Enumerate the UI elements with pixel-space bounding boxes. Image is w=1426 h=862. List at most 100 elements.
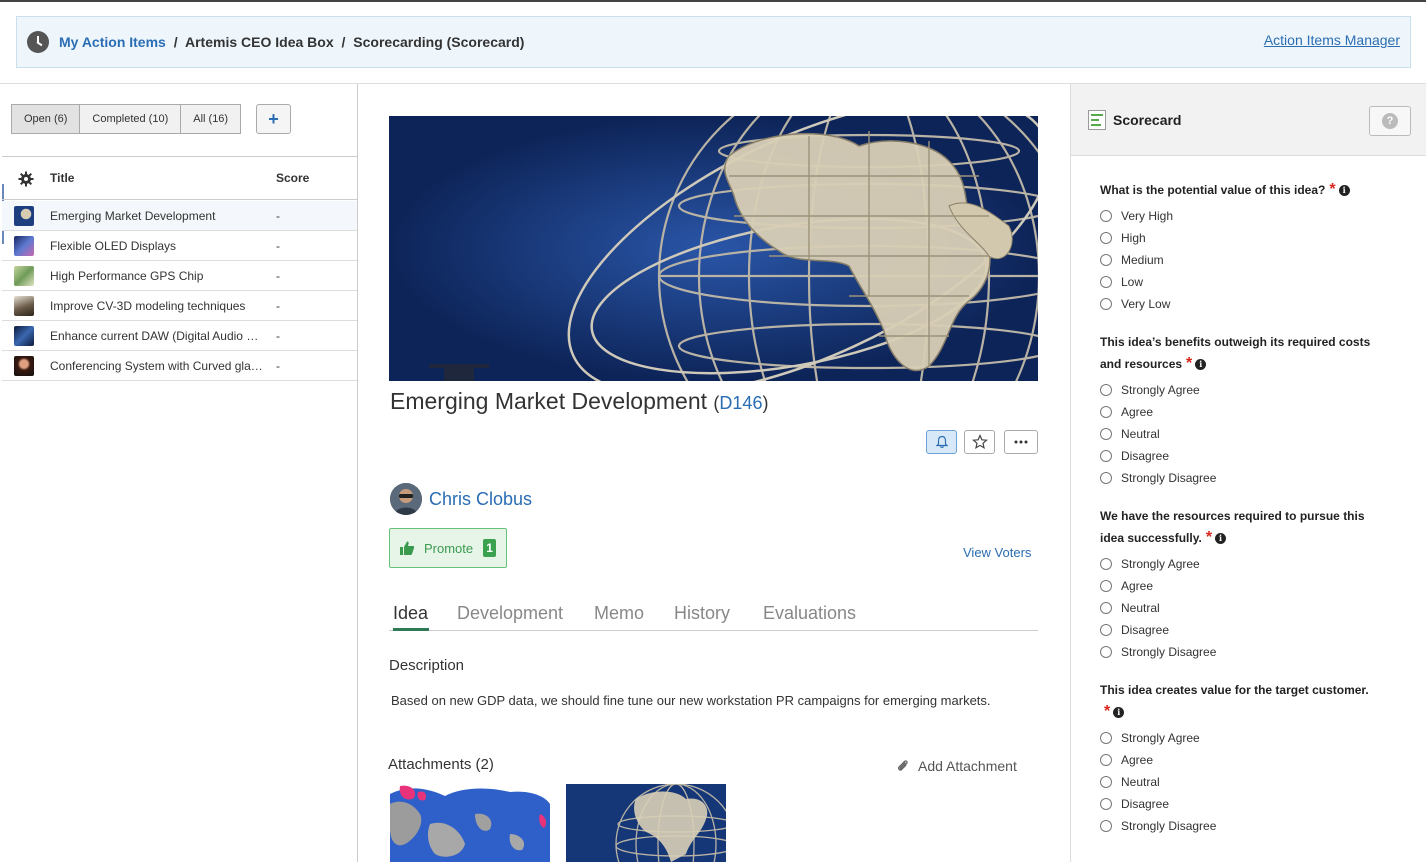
- author-avatar[interactable]: [390, 483, 422, 515]
- radio-button[interactable]: [1100, 384, 1112, 396]
- radio-option[interactable]: Strongly Disagree: [1100, 471, 1216, 485]
- add-attachment-button[interactable]: Add Attachment: [896, 758, 1017, 774]
- add-item-button[interactable]: +: [256, 104, 291, 134]
- radio-button[interactable]: [1100, 820, 1112, 832]
- attachment-thumbnail-map[interactable]: [390, 784, 550, 862]
- ellipsis-icon: [1014, 440, 1028, 444]
- radio-button[interactable]: [1100, 276, 1112, 288]
- radio-option[interactable]: Neutral: [1100, 427, 1160, 441]
- radio-button[interactable]: [1100, 776, 1112, 788]
- info-icon[interactable]: i: [1195, 359, 1207, 371]
- radio-option[interactable]: Neutral: [1100, 775, 1160, 789]
- radio-option[interactable]: Disagree: [1100, 449, 1169, 463]
- idea-code-paren-close: ): [762, 393, 769, 413]
- radio-option[interactable]: Low: [1100, 275, 1143, 289]
- help-icon: ?: [1382, 113, 1398, 129]
- radio-option[interactable]: Very High: [1100, 209, 1173, 223]
- radio-option[interactable]: Neutral: [1100, 601, 1160, 615]
- radio-button[interactable]: [1100, 210, 1112, 222]
- tab-idea[interactable]: Idea: [393, 603, 428, 624]
- radio-button[interactable]: [1100, 472, 1112, 484]
- info-icon[interactable]: i: [1113, 707, 1125, 719]
- author-name-link[interactable]: Chris Clobus: [429, 489, 532, 510]
- filter-all-button[interactable]: All (16): [181, 104, 242, 134]
- radio-option[interactable]: Agree: [1100, 753, 1153, 767]
- idea-detail-panel: Emerging Market Development (D146) Chris…: [358, 84, 1070, 862]
- idea-hero-image: [389, 116, 1038, 381]
- radio-option[interactable]: Disagree: [1100, 797, 1169, 811]
- radio-option[interactable]: Strongly Disagree: [1100, 819, 1216, 833]
- radio-button[interactable]: [1100, 558, 1112, 570]
- required-asterisk: *: [1329, 181, 1336, 198]
- radio-option[interactable]: Agree: [1100, 579, 1153, 593]
- tab-history[interactable]: History: [674, 603, 730, 624]
- radio-button[interactable]: [1100, 428, 1112, 440]
- option-label: Strongly Agree: [1121, 731, 1200, 745]
- radio-option[interactable]: Strongly Agree: [1100, 383, 1200, 397]
- filter-open-button[interactable]: Open (6): [11, 104, 81, 134]
- radio-button[interactable]: [1100, 232, 1112, 244]
- radio-option[interactable]: High: [1100, 231, 1146, 245]
- option-label: Disagree: [1121, 623, 1170, 637]
- favorite-button[interactable]: [964, 430, 995, 454]
- breadcrumb-my-action-items[interactable]: My Action Items: [59, 34, 166, 50]
- column-header-score[interactable]: Score: [276, 171, 309, 185]
- radio-button[interactable]: [1100, 732, 1112, 744]
- tab-evaluations[interactable]: Evaluations: [763, 603, 856, 624]
- radio-button[interactable]: [1100, 602, 1112, 614]
- info-icon[interactable]: i: [1338, 185, 1350, 197]
- radio-button[interactable]: [1100, 450, 1112, 462]
- tab-memo[interactable]: Memo: [594, 603, 644, 624]
- radio-option[interactable]: Agree: [1100, 405, 1153, 419]
- radio-button[interactable]: [1100, 406, 1112, 418]
- idea-code-link[interactable]: D146: [719, 393, 762, 413]
- radio-button[interactable]: [1100, 754, 1112, 766]
- view-voters-link[interactable]: View Voters: [963, 545, 1031, 560]
- radio-option[interactable]: Strongly Agree: [1100, 731, 1200, 745]
- gear-icon[interactable]: [18, 171, 34, 187]
- attachment-thumbnail-globe[interactable]: [566, 784, 726, 862]
- help-button[interactable]: ?: [1369, 106, 1411, 136]
- radio-button[interactable]: [1100, 624, 1112, 636]
- table-row[interactable]: Improve CV-3D modeling techniques -: [2, 291, 357, 321]
- scorecard-header: Scorecard ?: [1071, 84, 1426, 156]
- table-row[interactable]: Conferencing System with Curved glass di…: [2, 351, 357, 381]
- star-icon: [971, 434, 988, 450]
- radio-button[interactable]: [1100, 298, 1112, 310]
- radio-option[interactable]: Disagree: [1100, 623, 1169, 637]
- radio-button[interactable]: [1100, 580, 1112, 592]
- radio-option[interactable]: Medium: [1100, 253, 1164, 267]
- table-row[interactable]: Emerging Market Development -: [2, 201, 357, 231]
- radio-option[interactable]: Strongly Agree: [1100, 557, 1200, 571]
- radio-button[interactable]: [1100, 798, 1112, 810]
- promote-button[interactable]: Promote 1: [389, 528, 507, 568]
- question-benefits-costs: This idea’s benefits outweigh its requir…: [1100, 332, 1390, 375]
- question-text: This idea creates value for the target c…: [1100, 683, 1369, 697]
- scorecard-icon: [1088, 110, 1106, 130]
- radio-button[interactable]: [1100, 254, 1112, 266]
- tab-development[interactable]: Development: [457, 603, 563, 624]
- action-items-manager-link[interactable]: Action Items Manager: [1264, 32, 1400, 48]
- table-row[interactable]: Flexible OLED Displays -: [2, 231, 357, 261]
- more-options-button[interactable]: [1004, 430, 1038, 454]
- radio-option[interactable]: Very Low: [1100, 297, 1170, 311]
- action-items-list-panel: Open (6) Completed (10) All (16) + Title…: [2, 84, 358, 862]
- breadcrumb-idea-box: Artemis CEO Idea Box: [185, 34, 334, 50]
- table-row[interactable]: Enhance current DAW (Digital Audio Works…: [2, 321, 357, 351]
- option-label: Low: [1121, 275, 1144, 289]
- option-label: Strongly Agree: [1121, 383, 1200, 397]
- question-text: What is the potential value of this idea…: [1100, 183, 1326, 197]
- column-header-title[interactable]: Title: [50, 171, 74, 185]
- option-label: Disagree: [1121, 797, 1170, 811]
- avatar-photo: [390, 483, 422, 515]
- idea-title: Emerging Market Development (D146): [390, 388, 768, 415]
- row-score: -: [276, 298, 280, 313]
- idea-thumbnail: [14, 326, 34, 346]
- subscribe-button[interactable]: [926, 430, 957, 454]
- filter-completed-button[interactable]: Completed (10): [80, 104, 182, 134]
- option-label: Medium: [1121, 253, 1164, 267]
- radio-button[interactable]: [1100, 646, 1112, 658]
- table-row[interactable]: High Performance GPS Chip -: [2, 261, 357, 291]
- radio-option[interactable]: Strongly Disagree: [1100, 645, 1216, 659]
- info-icon[interactable]: i: [1215, 533, 1227, 545]
